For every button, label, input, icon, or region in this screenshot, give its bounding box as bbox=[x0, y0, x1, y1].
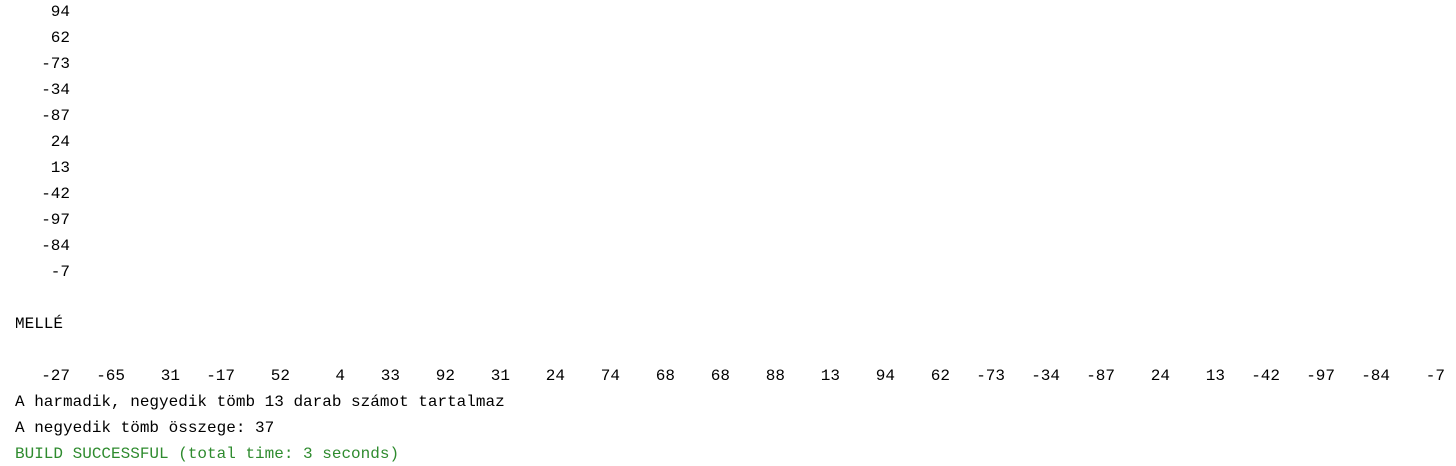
column-value: -42 bbox=[41, 185, 70, 203]
row-value: 52 bbox=[270, 367, 290, 385]
output-console: 94 62 -73 -34 -87 24 13 -42 -97 -84 -7 M… bbox=[0, 0, 1456, 466]
build-status: BUILD SUCCESSFUL (total time: 3 seconds) bbox=[15, 445, 400, 463]
row-value: 68 bbox=[655, 367, 675, 385]
row-value: 13 bbox=[820, 367, 840, 385]
row-value: 68 bbox=[710, 367, 730, 385]
column-value: -84 bbox=[41, 237, 70, 255]
column-value: -7 bbox=[50, 263, 70, 281]
count-message: A harmadik, negyedik tömb 13 darab számo… bbox=[15, 393, 505, 411]
row-value: -73 bbox=[976, 367, 1005, 385]
side-label: MELLÉ bbox=[15, 315, 64, 333]
row-value: 24 bbox=[545, 367, 565, 385]
row-value: 13 bbox=[1205, 367, 1225, 385]
row-value: -84 bbox=[1361, 367, 1390, 385]
row-value: -97 bbox=[1306, 367, 1335, 385]
row-value: 24 bbox=[1150, 367, 1170, 385]
row-value: 92 bbox=[435, 367, 455, 385]
row-value: 88 bbox=[765, 367, 785, 385]
row-value: -27 bbox=[41, 367, 70, 385]
row-value: -7 bbox=[1425, 367, 1445, 385]
row-value: 74 bbox=[600, 367, 620, 385]
row-value: -87 bbox=[1086, 367, 1115, 385]
row-value: -65 bbox=[96, 367, 125, 385]
column-value: 94 bbox=[50, 3, 70, 21]
row-value: 62 bbox=[930, 367, 950, 385]
row-value: 4 bbox=[335, 367, 345, 385]
row-value: -17 bbox=[206, 367, 235, 385]
column-value: -73 bbox=[41, 55, 70, 73]
sum-message: A negyedik tömb összege: 37 bbox=[15, 419, 275, 437]
column-value: 24 bbox=[50, 133, 70, 151]
row-value: 94 bbox=[875, 367, 895, 385]
column-value: -97 bbox=[41, 211, 70, 229]
row-value: 33 bbox=[380, 367, 400, 385]
row-value: -34 bbox=[1031, 367, 1060, 385]
column-value: 13 bbox=[50, 159, 70, 177]
row-value: -42 bbox=[1251, 367, 1280, 385]
row-values-list: -27 -65 31 -17 52 4 33 92 31 24 74 68 68… bbox=[0, 366, 1456, 386]
column-value: -34 bbox=[41, 81, 70, 99]
row-value: 31 bbox=[490, 367, 510, 385]
column-value: -87 bbox=[41, 107, 70, 125]
column-value: 62 bbox=[50, 29, 70, 47]
row-value: 31 bbox=[160, 367, 180, 385]
